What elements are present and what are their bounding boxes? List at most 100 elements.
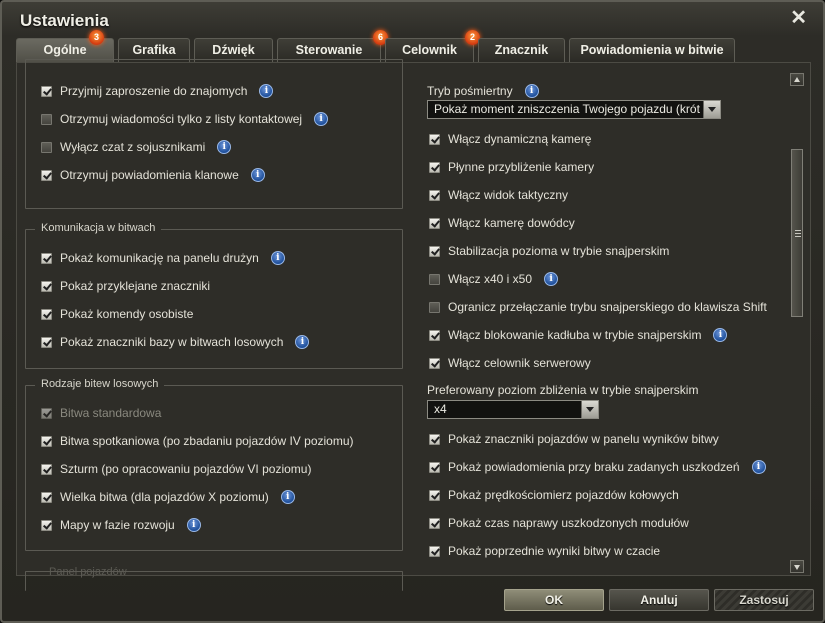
tab-label: Powiadomienia w bitwie [580, 43, 724, 57]
sniper-zoom-label: Preferowany poziom zbliżenia w trybie sn… [427, 383, 699, 397]
postmortem-mode-label: Tryb pośmiertny [427, 84, 513, 98]
checkbox-icon[interactable] [429, 273, 440, 285]
checkbox-icon[interactable] [429, 133, 440, 145]
dialog-footer: OK Anuluj Zastosuj [2, 580, 823, 623]
ok-button[interactable]: OK [504, 589, 604, 611]
checkbox-icon[interactable] [41, 519, 52, 531]
checkbox-icon[interactable] [41, 491, 52, 503]
info-icon[interactable]: i [524, 84, 539, 98]
option-show-team-panel-comms[interactable]: Pokaż komunikację na panelu drużyn i [41, 249, 285, 267]
checkbox-icon[interactable] [41, 141, 52, 153]
option-x40-x50[interactable]: Włącz x40 i x50 i [429, 270, 559, 288]
option-wheeled-speedometer[interactable]: Pokaż prędkościomierz pojazdów kołowych [429, 486, 679, 504]
checkbox-icon[interactable] [41, 463, 52, 475]
checkbox-icon[interactable] [41, 435, 52, 447]
info-icon[interactable]: i [544, 272, 559, 286]
checkbox-icon[interactable] [41, 85, 52, 97]
info-icon[interactable]: i [751, 460, 766, 474]
group-title: Rodzaje bitew losowych [35, 378, 165, 390]
cancel-button[interactable]: Anuluj [609, 589, 709, 611]
postmortem-mode-row: Tryb pośmiertny i [427, 82, 539, 100]
checkbox-icon[interactable] [429, 329, 440, 341]
option-maps-in-development[interactable]: Mapy w fazie rozwoju i [41, 516, 201, 534]
checkbox-icon[interactable] [41, 252, 52, 264]
checkbox-icon[interactable] [429, 461, 440, 473]
tab-label: Ogólne [43, 43, 87, 57]
option-show-personal-commands[interactable]: Pokaż komendy osobiste [41, 305, 193, 323]
checkbox-icon[interactable] [41, 280, 52, 292]
scroll-up-icon[interactable] [790, 73, 804, 86]
checkbox-icon[interactable] [429, 433, 440, 445]
notification-badge: 3 [89, 30, 104, 45]
dropdown-value: x4 [434, 402, 447, 416]
option-sniper-stabilization[interactable]: Stabilizacja pozioma w trybie snajperski… [429, 242, 669, 260]
tab-label: Znacznik [494, 43, 549, 57]
info-icon[interactable]: i [280, 490, 295, 504]
chevron-down-icon[interactable] [703, 101, 720, 118]
option-shift-only-sniper[interactable]: Ogranicz przełączanie trybu snajperskieg… [429, 298, 767, 316]
info-icon[interactable]: i [186, 518, 201, 532]
checkbox-icon[interactable] [429, 245, 440, 257]
option-tactical-view[interactable]: Włącz widok taktyczny [429, 186, 568, 204]
info-icon[interactable]: i [250, 168, 265, 182]
checkbox-icon[interactable] [429, 545, 440, 557]
option-no-damage-notifications[interactable]: Pokaż powiadomienia przy braku zadanych … [429, 458, 766, 476]
checkbox-icon[interactable] [41, 169, 52, 181]
option-disable-ally-chat[interactable]: Wyłącz czat z sojusznikami i [41, 138, 232, 156]
info-icon[interactable]: i [314, 112, 329, 126]
checkbox-icon[interactable] [429, 301, 440, 313]
checkbox-icon[interactable] [41, 336, 52, 348]
checkbox-icon[interactable] [429, 161, 440, 173]
info-icon[interactable]: i [713, 328, 728, 342]
checkbox-icon[interactable] [429, 217, 440, 229]
option-show-sticky-markers[interactable]: Pokaż przyklejane znaczniki [41, 277, 210, 295]
close-icon[interactable]: ✕ [790, 8, 807, 28]
option-hull-lock[interactable]: Włącz blokowanie kadłuba w trybie snajpe… [429, 326, 728, 344]
checkbox-icon[interactable] [429, 489, 440, 501]
option-encounter-battle[interactable]: Bitwa spotkaniowa (po zbadaniu pojazdów … [41, 432, 354, 450]
checkbox-icon[interactable] [41, 308, 52, 320]
option-dynamic-camera[interactable]: Włącz dynamiczną kamerę [429, 130, 591, 148]
tab-markers[interactable]: Znacznik [478, 38, 565, 62]
apply-button[interactable]: Zastosuj [714, 589, 814, 611]
checkbox-icon [41, 407, 52, 419]
vertical-scrollbar[interactable] [790, 73, 805, 573]
option-show-base-markers[interactable]: Pokaż znaczniki bazy w bitwach losowych … [41, 333, 310, 351]
chevron-down-icon[interactable] [581, 401, 598, 418]
info-icon[interactable]: i [259, 84, 274, 98]
group-title: Komunikacja w bitwach [35, 222, 162, 234]
postmortem-mode-dropdown[interactable]: Pokaż moment zniszczenia Twojego pojazdu… [427, 100, 721, 119]
option-commander-camera[interactable]: Włącz kamerę dowódcy [429, 214, 575, 232]
scroll-down-icon[interactable] [790, 560, 804, 573]
option-clan-notifications[interactable]: Otrzymuj powiadomienia klanowe i [41, 166, 265, 184]
checkbox-icon[interactable] [429, 357, 440, 369]
option-standard-battle: Bitwa standardowa [41, 404, 161, 422]
sniper-zoom-dropdown[interactable]: x4 [427, 400, 599, 419]
dropdown-value: Pokaż moment zniszczenia Twojego pojazdu… [434, 102, 700, 116]
checkbox-icon[interactable] [41, 113, 52, 125]
option-previous-results-chat[interactable]: Pokaż poprzednie wyniki bitwy w czacie [429, 542, 660, 560]
tab-label: Grafika [132, 43, 176, 57]
option-assault[interactable]: Szturm (po opracowaniu pojazdów VI pozio… [41, 460, 311, 478]
option-vehicle-markers-results[interactable]: Pokaż znaczniki pojazdów w panelu wynikó… [429, 430, 719, 448]
settings-content: Przyjmij zaproszenie do znajomych i Otrz… [16, 59, 811, 591]
option-accept-friend-invites[interactable]: Przyjmij zaproszenie do znajomych i [41, 82, 274, 100]
grip-line [795, 236, 801, 237]
grip-line [795, 230, 801, 231]
option-grand-battle[interactable]: Wielka bitwa (dla pojazdów X poziomu) i [41, 488, 295, 506]
option-module-repair-time[interactable]: Pokaż czas naprawy uszkodzonych modułów [429, 514, 689, 532]
checkbox-icon[interactable] [429, 189, 440, 201]
option-server-reticle[interactable]: Włącz celownik serwerowy [429, 354, 591, 372]
tab-label: Dźwięk [212, 43, 255, 57]
scrollbar-thumb[interactable] [791, 149, 803, 317]
window-title: Ustawienia [20, 11, 109, 30]
option-messages-contacts-only[interactable]: Otrzymuj wiadomości tylko z listy kontak… [41, 110, 329, 128]
tab-battle-notifications[interactable]: Powiadomienia w bitwie [569, 38, 735, 62]
group-title: Panel pojazdów [49, 566, 127, 578]
option-smooth-zoom[interactable]: Płynne przybliżenie kamery [429, 158, 594, 176]
info-icon[interactable]: i [217, 140, 232, 154]
checkbox-icon[interactable] [429, 517, 440, 529]
info-icon[interactable]: i [295, 335, 310, 349]
tab-label: Sterowanie [295, 43, 363, 57]
info-icon[interactable]: i [270, 251, 285, 265]
